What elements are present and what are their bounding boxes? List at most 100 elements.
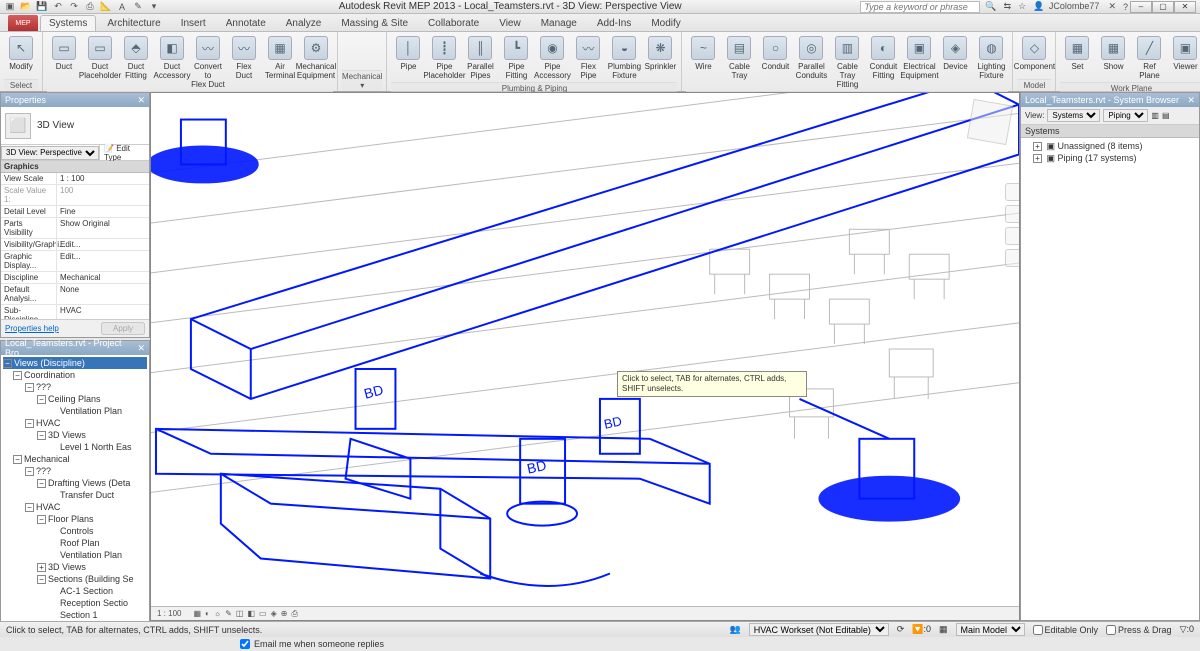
active-workset-select[interactable]: HVAC Workset (Not Editable) (749, 623, 889, 636)
help-icon[interactable]: ? (1121, 2, 1130, 12)
view-control-icon[interactable]: ◐ (203, 609, 212, 618)
user-label[interactable]: 👤 JColombe77 (1031, 1, 1103, 12)
help-search-input[interactable] (860, 1, 980, 13)
system-tree-node[interactable]: + ▣ Piping (17 systems) (1023, 152, 1197, 164)
ribbon-tab-modify[interactable]: Modify (642, 15, 689, 31)
view-control-icon[interactable]: ☼ (212, 609, 223, 618)
tree-node[interactable]: Transfer Duct (3, 489, 147, 501)
tree-node[interactable]: −Ceiling Plans (3, 393, 147, 405)
ribbon-tab-systems[interactable]: Systems (40, 15, 96, 31)
tree-node[interactable]: −Floor Plans (3, 513, 147, 525)
tree-node[interactable]: −HVAC (3, 501, 147, 513)
view-control-icon[interactable]: ✎ (223, 609, 234, 618)
tree-toggle[interactable]: − (37, 395, 46, 404)
design-options-icon[interactable]: ▦ (939, 624, 948, 635)
tree-toggle[interactable]: − (25, 419, 34, 428)
ribbon-tab-view[interactable]: View (490, 15, 530, 31)
qat-icon[interactable]: ▾ (148, 1, 160, 13)
ribbon-button-pipe[interactable]: │Pipe (391, 34, 425, 73)
tree-node[interactable]: Reception Sectio (3, 597, 147, 609)
ribbon-button-mechanical-equipment[interactable]: ⚙Mechanical Equipment (299, 34, 333, 82)
tree-node[interactable]: −??? (3, 381, 147, 393)
measure-icon[interactable]: 📐 (100, 1, 112, 13)
project-browser-tree[interactable]: −Views (Discipline)−Coordination−???−Cei… (1, 355, 149, 635)
ribbon-button-show[interactable]: ▦Show (1096, 34, 1130, 73)
property-row[interactable]: Parts VisibilityShow Original (1, 218, 149, 239)
email-notify-checkbox[interactable] (240, 639, 250, 649)
ribbon-button-duct[interactable]: ▭Duct (47, 34, 81, 73)
save-icon[interactable]: 💾 (36, 1, 48, 13)
maximize-button[interactable]: ▢ (1152, 1, 1174, 13)
properties-help-link[interactable]: Properties help (5, 324, 59, 333)
ribbon-button-duct-fitting[interactable]: ⬘Duct Fitting (119, 34, 153, 82)
viewport-3d[interactable]: BD BD BD (150, 92, 1020, 621)
ribbon-tab-annotate[interactable]: Annotate (217, 15, 275, 31)
ribbon-button-component[interactable]: ◇Component (1017, 34, 1051, 73)
exchange-icon[interactable]: ✕ (1106, 1, 1118, 12)
tree-node[interactable]: −Drafting Views (Deta (3, 477, 147, 489)
ribbon-button-duct-placeholder[interactable]: ▭Duct Placeholder (83, 34, 117, 82)
ribbon-button-cable-tray[interactable]: ▤Cable Tray (722, 34, 756, 82)
qat-icon[interactable]: ✎ (132, 1, 144, 13)
ribbon-button-device[interactable]: ◈Device (938, 34, 972, 73)
ribbon-button-ref-plane[interactable]: ╱Ref Plane (1132, 34, 1166, 82)
panel-close-icon[interactable]: ✕ (1187, 95, 1195, 106)
tree-node[interactable]: −Mechanical (3, 453, 147, 465)
view-control-icon[interactable]: ◈ (269, 609, 279, 618)
property-category[interactable]: Graphics (1, 161, 149, 173)
press-drag-checkbox[interactable] (1106, 625, 1116, 635)
tree-node[interactable]: Controls (3, 525, 147, 537)
ribbon-button-conduit[interactable]: ○Conduit (758, 34, 792, 73)
pan-icon[interactable] (1005, 205, 1020, 223)
tree-node[interactable]: −Views (Discipline) (3, 357, 147, 369)
tree-node[interactable]: −??? (3, 465, 147, 477)
tree-toggle[interactable]: − (13, 455, 22, 464)
minimize-button[interactable]: – (1130, 1, 1152, 13)
filter-count[interactable]: 🔽:0 (912, 624, 931, 635)
view-control-icon[interactable]: ⎙ (289, 609, 299, 618)
ribbon-button-pipe-placeholder[interactable]: ┋Pipe Placeholder (427, 34, 461, 82)
tree-toggle[interactable]: − (3, 359, 12, 368)
tree-node[interactable]: −Sections (Building Se (3, 573, 147, 585)
navigation-bar[interactable] (1005, 183, 1020, 267)
ribbon-tab-insert[interactable]: Insert (172, 15, 215, 31)
tree-node[interactable]: Level 1 North Eas (3, 441, 147, 453)
ribbon-tab-massing-site[interactable]: Massing & Site (332, 15, 417, 31)
zoom-icon[interactable] (1005, 227, 1020, 245)
view-scale[interactable]: 1 : 100 (155, 609, 183, 618)
property-row[interactable]: Scale Value 1:100 (1, 185, 149, 206)
ribbon-button-modify[interactable]: ↖Modify (4, 34, 38, 73)
ribbon-button-plumbing-fixture[interactable]: ◒Plumbing Fixture (607, 34, 641, 82)
property-row[interactable]: Detail LevelFine (1, 206, 149, 218)
ribbon-button-viewer[interactable]: ▣Viewer (1168, 34, 1200, 73)
tree-toggle[interactable]: − (37, 431, 46, 440)
view-control-icon[interactable]: ▦ (191, 609, 203, 618)
workset-icon[interactable]: 👥 (729, 624, 740, 635)
view-control-icon[interactable]: ⊕ (279, 609, 290, 618)
sync-icon[interactable]: ⟳ (897, 624, 905, 635)
type-selector[interactable]: ⬜ 3D View (1, 107, 149, 145)
ribbon-button-pipe-fitting[interactable]: ┗Pipe Fitting (499, 34, 533, 82)
property-row[interactable]: Sub-DisciplineHVAC (1, 305, 149, 319)
property-row[interactable]: Graphic Display...Edit... (1, 251, 149, 272)
ribbon-button-wire[interactable]: ~Wire (686, 34, 720, 73)
search-icon[interactable]: 🔍 (983, 1, 998, 12)
tree-toggle[interactable]: − (37, 575, 46, 584)
open-icon[interactable]: 📂 (20, 1, 32, 13)
tree-node[interactable]: Ventilation Plan (3, 405, 147, 417)
ribbon-tab-architecture[interactable]: Architecture (98, 15, 169, 31)
ribbon-button-lighting-fixture[interactable]: ◍Lighting Fixture (974, 34, 1008, 82)
ribbon-button-set[interactable]: ▦Set (1060, 34, 1094, 73)
property-row[interactable]: View Scale1 : 100 (1, 173, 149, 185)
tree-node[interactable]: +3D Views (3, 561, 147, 573)
ribbon-button-flex-duct[interactable]: 〰Flex Duct (227, 34, 261, 82)
ribbon-tab-analyze[interactable]: Analyze (277, 15, 331, 31)
favorite-icon[interactable]: ☆ (1016, 1, 1028, 12)
ribbon-button-air-terminal[interactable]: ▦Air Terminal (263, 34, 297, 82)
tree-node[interactable]: Section 1 (3, 609, 147, 621)
tree-toggle[interactable]: − (13, 371, 22, 380)
tree-node[interactable]: −Coordination (3, 369, 147, 381)
tree-toggle[interactable]: + (37, 563, 46, 572)
property-row[interactable]: DisciplineMechanical (1, 272, 149, 284)
ribbon-button-sprinkler[interactable]: ❋Sprinkler (643, 34, 677, 73)
